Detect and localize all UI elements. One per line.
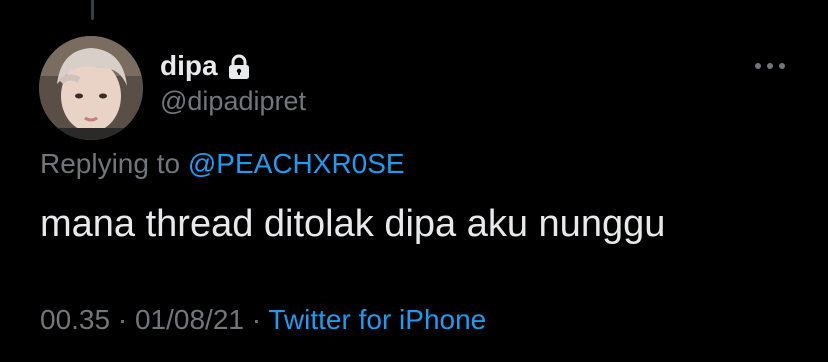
- replying-prefix: Replying to: [40, 148, 188, 179]
- more-horizontal-icon[interactable]: [752, 56, 788, 76]
- tweet-text: mana thread ditolak dipa aku nunggu: [40, 203, 666, 245]
- meta-separator: ·: [243, 304, 269, 335]
- lock-icon: [226, 54, 252, 80]
- avatar-image: [39, 36, 143, 140]
- thread-connector-line: [91, 0, 94, 20]
- avatar[interactable]: [39, 36, 143, 140]
- meta-separator: ·: [110, 304, 135, 335]
- tweet-source-link[interactable]: Twitter for iPhone: [268, 304, 486, 335]
- author-name-row: dipa: [160, 52, 252, 80]
- tweet-time-link[interactable]: 00.35: [40, 304, 110, 335]
- display-name[interactable]: dipa: [160, 52, 218, 80]
- tweet-date-link[interactable]: 01/08/21: [135, 304, 244, 335]
- replying-to-line: Replying to @PEACHXR0SE: [40, 150, 405, 178]
- user-handle[interactable]: @dipadipret: [160, 88, 306, 115]
- replying-to-mention-link[interactable]: @PEACHXR0SE: [188, 148, 405, 179]
- tweet-metadata: 00.35 · 01/08/21 · Twitter for iPhone: [40, 306, 486, 334]
